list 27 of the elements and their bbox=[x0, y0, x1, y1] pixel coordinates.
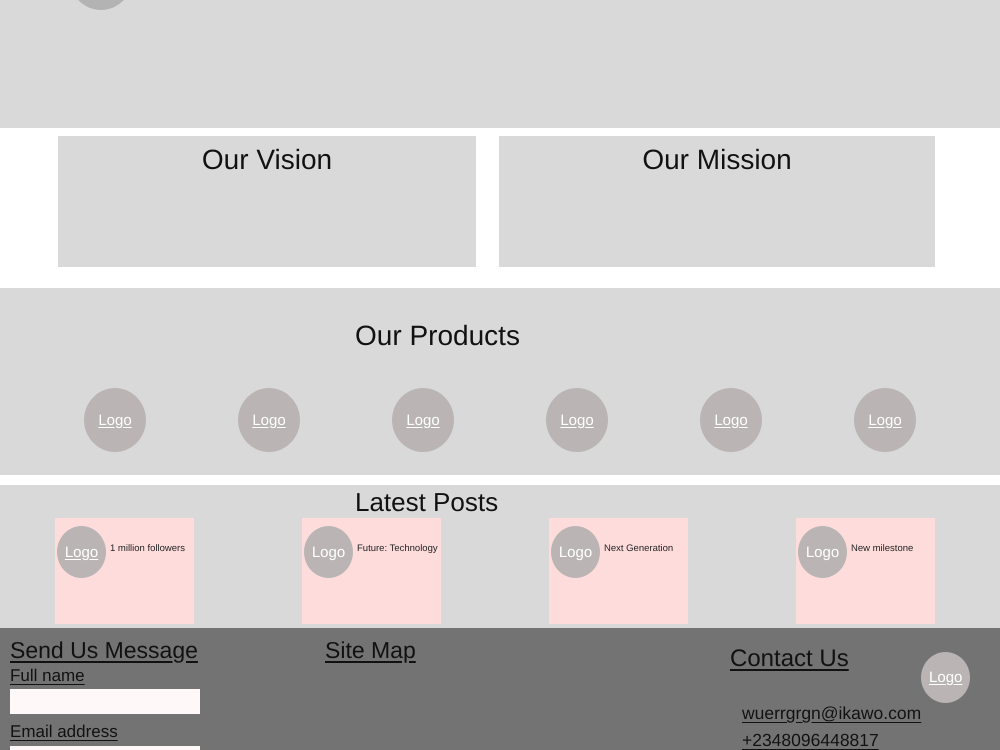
logo-link[interactable]: Logo bbox=[238, 388, 300, 452]
logo-emblem: Logo bbox=[304, 526, 353, 578]
logo-link[interactable]: Logo bbox=[546, 388, 608, 452]
logo-link[interactable]: Logo bbox=[84, 388, 146, 452]
logo-emblem: Logo bbox=[551, 526, 600, 578]
logo-link[interactable]: Logo bbox=[392, 388, 454, 452]
logo-link[interactable]: Logo bbox=[700, 388, 762, 452]
section-title: Latest Posts bbox=[355, 487, 498, 517]
post-title: Future: Technology bbox=[357, 543, 438, 555]
email-link[interactable]: wuerrgrgn@ikawo.com bbox=[742, 704, 922, 723]
logo-link[interactable]: Logo bbox=[57, 526, 106, 578]
post-title: 1 million followers bbox=[110, 543, 185, 555]
post-title: Next Generation bbox=[604, 543, 674, 555]
logo-link[interactable]: Logo bbox=[854, 388, 916, 452]
logo-emblem: Logo bbox=[798, 526, 847, 578]
phone-link[interactable]: +2348096448817 bbox=[742, 731, 879, 750]
post-title: New milestone bbox=[851, 543, 914, 555]
input-field[interactable] bbox=[10, 689, 200, 714]
form-heading: Send Us Message bbox=[10, 637, 198, 663]
section-title: Our Products bbox=[355, 320, 520, 352]
logo-link[interactable]: Logo bbox=[921, 652, 970, 703]
card-title: Our Mission bbox=[642, 145, 792, 175]
field-label: Full name bbox=[10, 666, 85, 686]
field-label: Email address bbox=[10, 722, 118, 742]
card-title: Our Vision bbox=[202, 145, 332, 175]
contact-heading: Contact Us bbox=[730, 645, 849, 672]
site-map-heading: Site Map bbox=[325, 637, 416, 663]
